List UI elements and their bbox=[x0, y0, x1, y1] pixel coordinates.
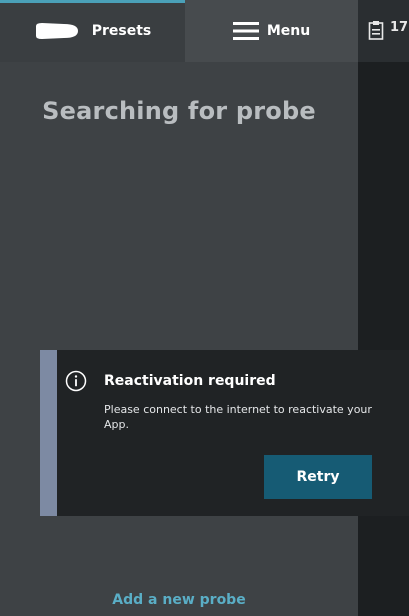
tab-presets[interactable]: Presets bbox=[0, 0, 185, 62]
hamburger-icon bbox=[232, 21, 259, 41]
notification-title: Reactivation required bbox=[104, 373, 276, 389]
tab-presets-label: Presets bbox=[91, 23, 152, 39]
main-panel bbox=[0, 0, 358, 616]
probe-icon bbox=[34, 22, 80, 40]
page-title: Searching for probe bbox=[42, 97, 316, 125]
notification-accent-bar bbox=[40, 350, 57, 516]
notification-left-gap bbox=[0, 350, 40, 516]
reactivation-notification: Reactivation required Please connect to … bbox=[40, 350, 409, 516]
status-number: 17 bbox=[390, 20, 409, 35]
retry-button[interactable]: Retry bbox=[264, 455, 372, 499]
tab-menu[interactable]: Menu bbox=[185, 0, 358, 62]
notification-body: Please connect to the internet to reacti… bbox=[104, 403, 372, 431]
tab-menu-label: Menu bbox=[266, 23, 311, 39]
active-tab-indicator bbox=[0, 0, 185, 3]
info-icon bbox=[65, 370, 87, 392]
right-strip bbox=[358, 0, 409, 616]
add-new-probe-link[interactable]: Add a new probe bbox=[0, 592, 358, 608]
top-tabs: Presets Menu bbox=[0, 0, 358, 62]
clipboard-icon[interactable] bbox=[368, 20, 384, 40]
